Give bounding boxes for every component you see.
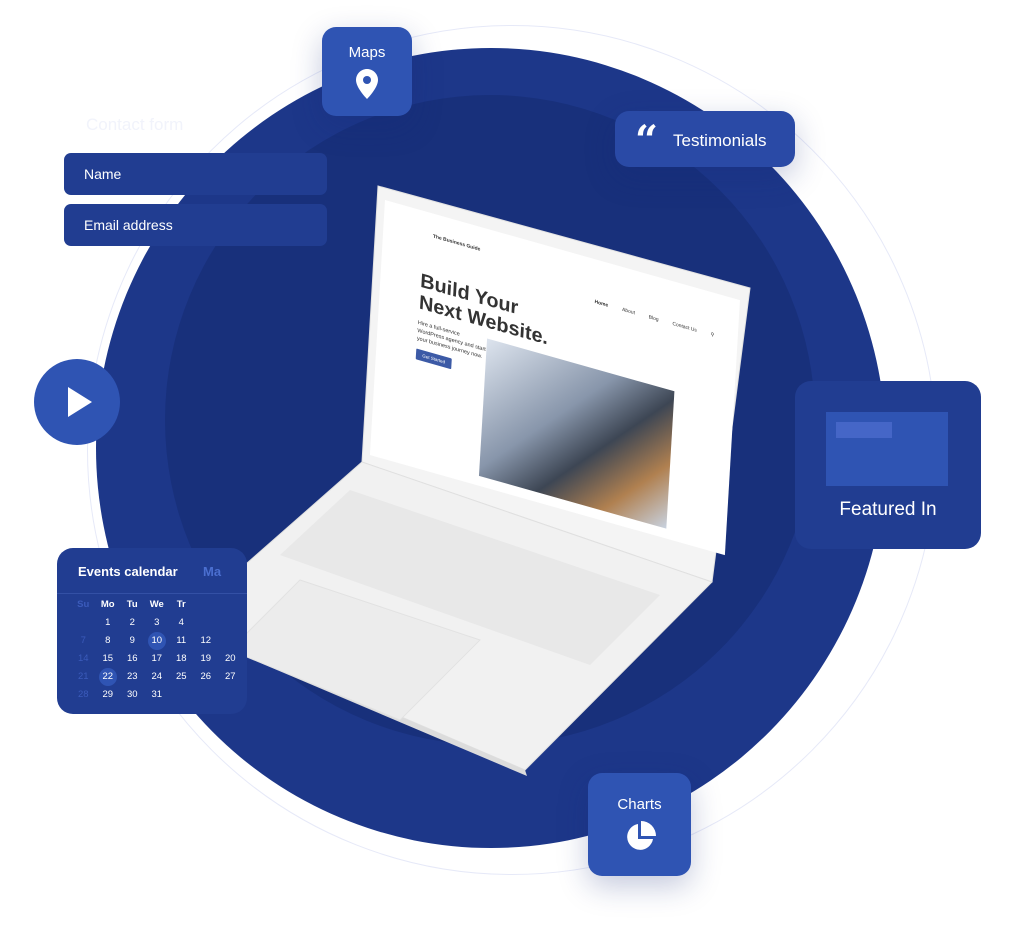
day-highlighted[interactable]: 22 (98, 668, 117, 686)
site-nav: Home About Blog Contact Us ⚲ (594, 299, 714, 339)
day[interactable]: 29 (96, 686, 121, 704)
day[interactable]: 19 (194, 650, 219, 668)
weekday: Tu (126, 599, 138, 610)
get-started-button[interactable]: Get Started (415, 348, 452, 370)
day[interactable]: 17 (145, 650, 170, 668)
nav-home[interactable]: Home (594, 299, 608, 309)
pie-chart-icon (627, 821, 656, 850)
day[interactable]: 15 (96, 650, 121, 668)
day[interactable]: 14 (71, 650, 96, 668)
day[interactable]: 31 (145, 686, 170, 704)
day[interactable]: 23 (120, 668, 145, 686)
weekday: Su (77, 599, 90, 610)
nav-contact[interactable]: Contact Us (672, 321, 697, 334)
calendar-grid: Su Mo Tu We Tr 1234 7 8 9 10 11 12 14 15 16 17 18… (71, 596, 243, 704)
day[interactable]: 20 (218, 650, 243, 668)
events-calendar: Events calendar Ma Su Mo Tu We Tr 1234 7… (57, 548, 247, 714)
day[interactable]: 4 (169, 614, 194, 632)
site-brand: The Business Guide (432, 233, 481, 253)
calendar-title: Events calendar (78, 564, 178, 579)
nav-about[interactable]: About (622, 307, 635, 317)
charts-card[interactable]: Charts (588, 773, 691, 876)
day[interactable]: 2 (120, 614, 145, 632)
day[interactable]: 26 (194, 668, 219, 686)
day[interactable]: 30 (120, 686, 145, 704)
day[interactable]: 25 (169, 668, 194, 686)
day[interactable]: 12 (194, 632, 219, 650)
charts-label: Charts (617, 796, 662, 813)
day[interactable]: 21 (71, 668, 96, 686)
day[interactable]: 28 (71, 686, 96, 704)
day[interactable]: 18 (169, 650, 194, 668)
nav-blog[interactable]: Blog (649, 314, 659, 323)
day[interactable]: 1 (96, 614, 121, 632)
weekday: Mo (100, 599, 115, 610)
weekday: We (149, 599, 164, 610)
day[interactable]: 24 (145, 668, 170, 686)
day[interactable]: 11 (169, 632, 194, 650)
day[interactable]: 27 (218, 668, 243, 686)
day[interactable]: 16 (120, 650, 145, 668)
weekday: Tr (176, 599, 186, 610)
day[interactable]: 7 (71, 632, 96, 650)
search-icon[interactable]: ⚲ (710, 332, 714, 339)
calendar-next-month[interactable]: Ma (203, 564, 221, 579)
day-highlighted[interactable]: 10 (147, 632, 166, 650)
day[interactable]: 9 (120, 632, 145, 650)
day[interactable]: 8 (96, 632, 121, 650)
day[interactable]: 3 (145, 614, 170, 632)
